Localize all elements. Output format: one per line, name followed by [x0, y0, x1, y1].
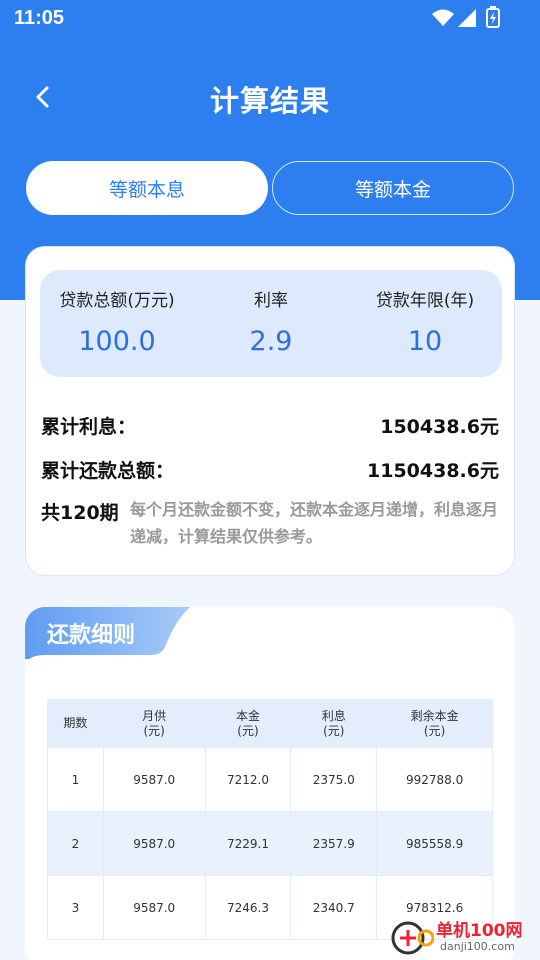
- repayment-method-tabs: 等额本息 等额本金: [26, 161, 514, 215]
- calculation-note: 每个月还款金额不变，还款本金逐月递增，利息逐月递减，计算结果仅供参考。: [130, 500, 499, 546]
- table-cell: 7229.1: [204, 811, 292, 876]
- column-header-label: 月供: [142, 708, 167, 723]
- param-label: 贷款总额(万元): [59, 291, 175, 311]
- wifi-icon: [432, 9, 454, 31]
- repayment-detail-card: 还款细则 期数 月供 (元) 本金 (元) 利息 (元) 剩余本金 (元) 1 9587…: [25, 607, 515, 960]
- total-interest-label: 累计利息：: [41, 416, 137, 438]
- table-cell: 1: [47, 747, 104, 812]
- watermark-text: 单机100网: [436, 921, 523, 941]
- table-cell: 9587.0: [102, 747, 206, 812]
- column-header-label: 剩余本金: [410, 708, 459, 723]
- battery-icon: [486, 6, 500, 32]
- table-cell: 2: [47, 811, 104, 876]
- summary-card: 贷款总额(万元) 100.0 利率 2.9 贷款年限(年) 10 累计利息： 1…: [25, 246, 515, 576]
- repayment-table: 期数 月供 (元) 本金 (元) 利息 (元) 剩余本金 (元) 1 9587.0 72…: [47, 699, 493, 940]
- page-title: 计算结果: [209, 84, 330, 118]
- table-cell: 7212.0: [204, 747, 292, 812]
- table-cell: 2340.7: [290, 875, 378, 940]
- top-app-bar: 计算结果: [0, 70, 540, 124]
- param-value: 100.0: [78, 326, 156, 357]
- table-cell: 2357.9: [290, 811, 378, 876]
- status-bar: 11:05: [0, 0, 540, 38]
- total-payment-value: 1150438.6元: [367, 460, 499, 482]
- column-header: 剩余本金 (元): [376, 699, 493, 748]
- total-payment-label: 累计还款总额：: [41, 460, 175, 482]
- table-cell: 985558.9: [376, 811, 493, 876]
- table-cell: 3: [47, 875, 104, 940]
- cellular-signal-icon: [458, 9, 476, 31]
- table-cell: 9587.0: [102, 875, 206, 940]
- column-header-unit: (元): [143, 723, 165, 738]
- tab-equal-installment[interactable]: 等额本息: [26, 161, 268, 215]
- param-value: 2.9: [249, 326, 293, 357]
- loan-params-box: 贷款总额(万元) 100.0 利率 2.9 贷款年限(年) 10: [40, 270, 502, 377]
- param-label: 贷款年限(年): [375, 291, 475, 311]
- column-header: 期数: [47, 699, 104, 748]
- column-header-unit: (元): [323, 723, 345, 738]
- table-cell: 2375.0: [290, 747, 378, 812]
- column-header: 本金 (元): [204, 699, 292, 748]
- column-header-label: 利息: [321, 708, 346, 723]
- total-interest-value: 150438.6元: [380, 416, 499, 438]
- detail-title: 还款细则: [47, 623, 136, 648]
- tab-equal-principal[interactable]: 等额本金: [272, 161, 514, 215]
- watermark-url: danji100.com: [440, 940, 515, 953]
- column-header-unit: (元): [423, 723, 446, 738]
- status-time: 11:05: [14, 7, 65, 29]
- table-cell: 992788.0: [376, 747, 493, 812]
- column-header: 月供 (元): [102, 699, 206, 748]
- table-cell: 7246.3: [204, 875, 292, 940]
- period-count: 共120期: [41, 502, 119, 524]
- table-row: 1 9587.0 7212.0 2375.0 992788.0: [47, 747, 493, 812]
- column-header-label: 本金: [235, 708, 260, 723]
- param-label: 利率: [254, 291, 288, 311]
- column-header: 利息 (元): [290, 699, 378, 748]
- table-header-row: 期数 月供 (元) 本金 (元) 利息 (元) 剩余本金 (元): [47, 699, 493, 748]
- watermark: 单机100网 danji100.com: [388, 914, 540, 960]
- table-cell: 9587.0: [102, 811, 206, 876]
- table-row: 2 9587.0 7229.1 2357.9 985558.9: [47, 811, 493, 876]
- watermark-logo-icon: [391, 921, 434, 955]
- param-value: 10: [407, 326, 443, 357]
- column-header-unit: (元): [237, 723, 259, 738]
- column-header-label: 期数: [63, 716, 88, 730]
